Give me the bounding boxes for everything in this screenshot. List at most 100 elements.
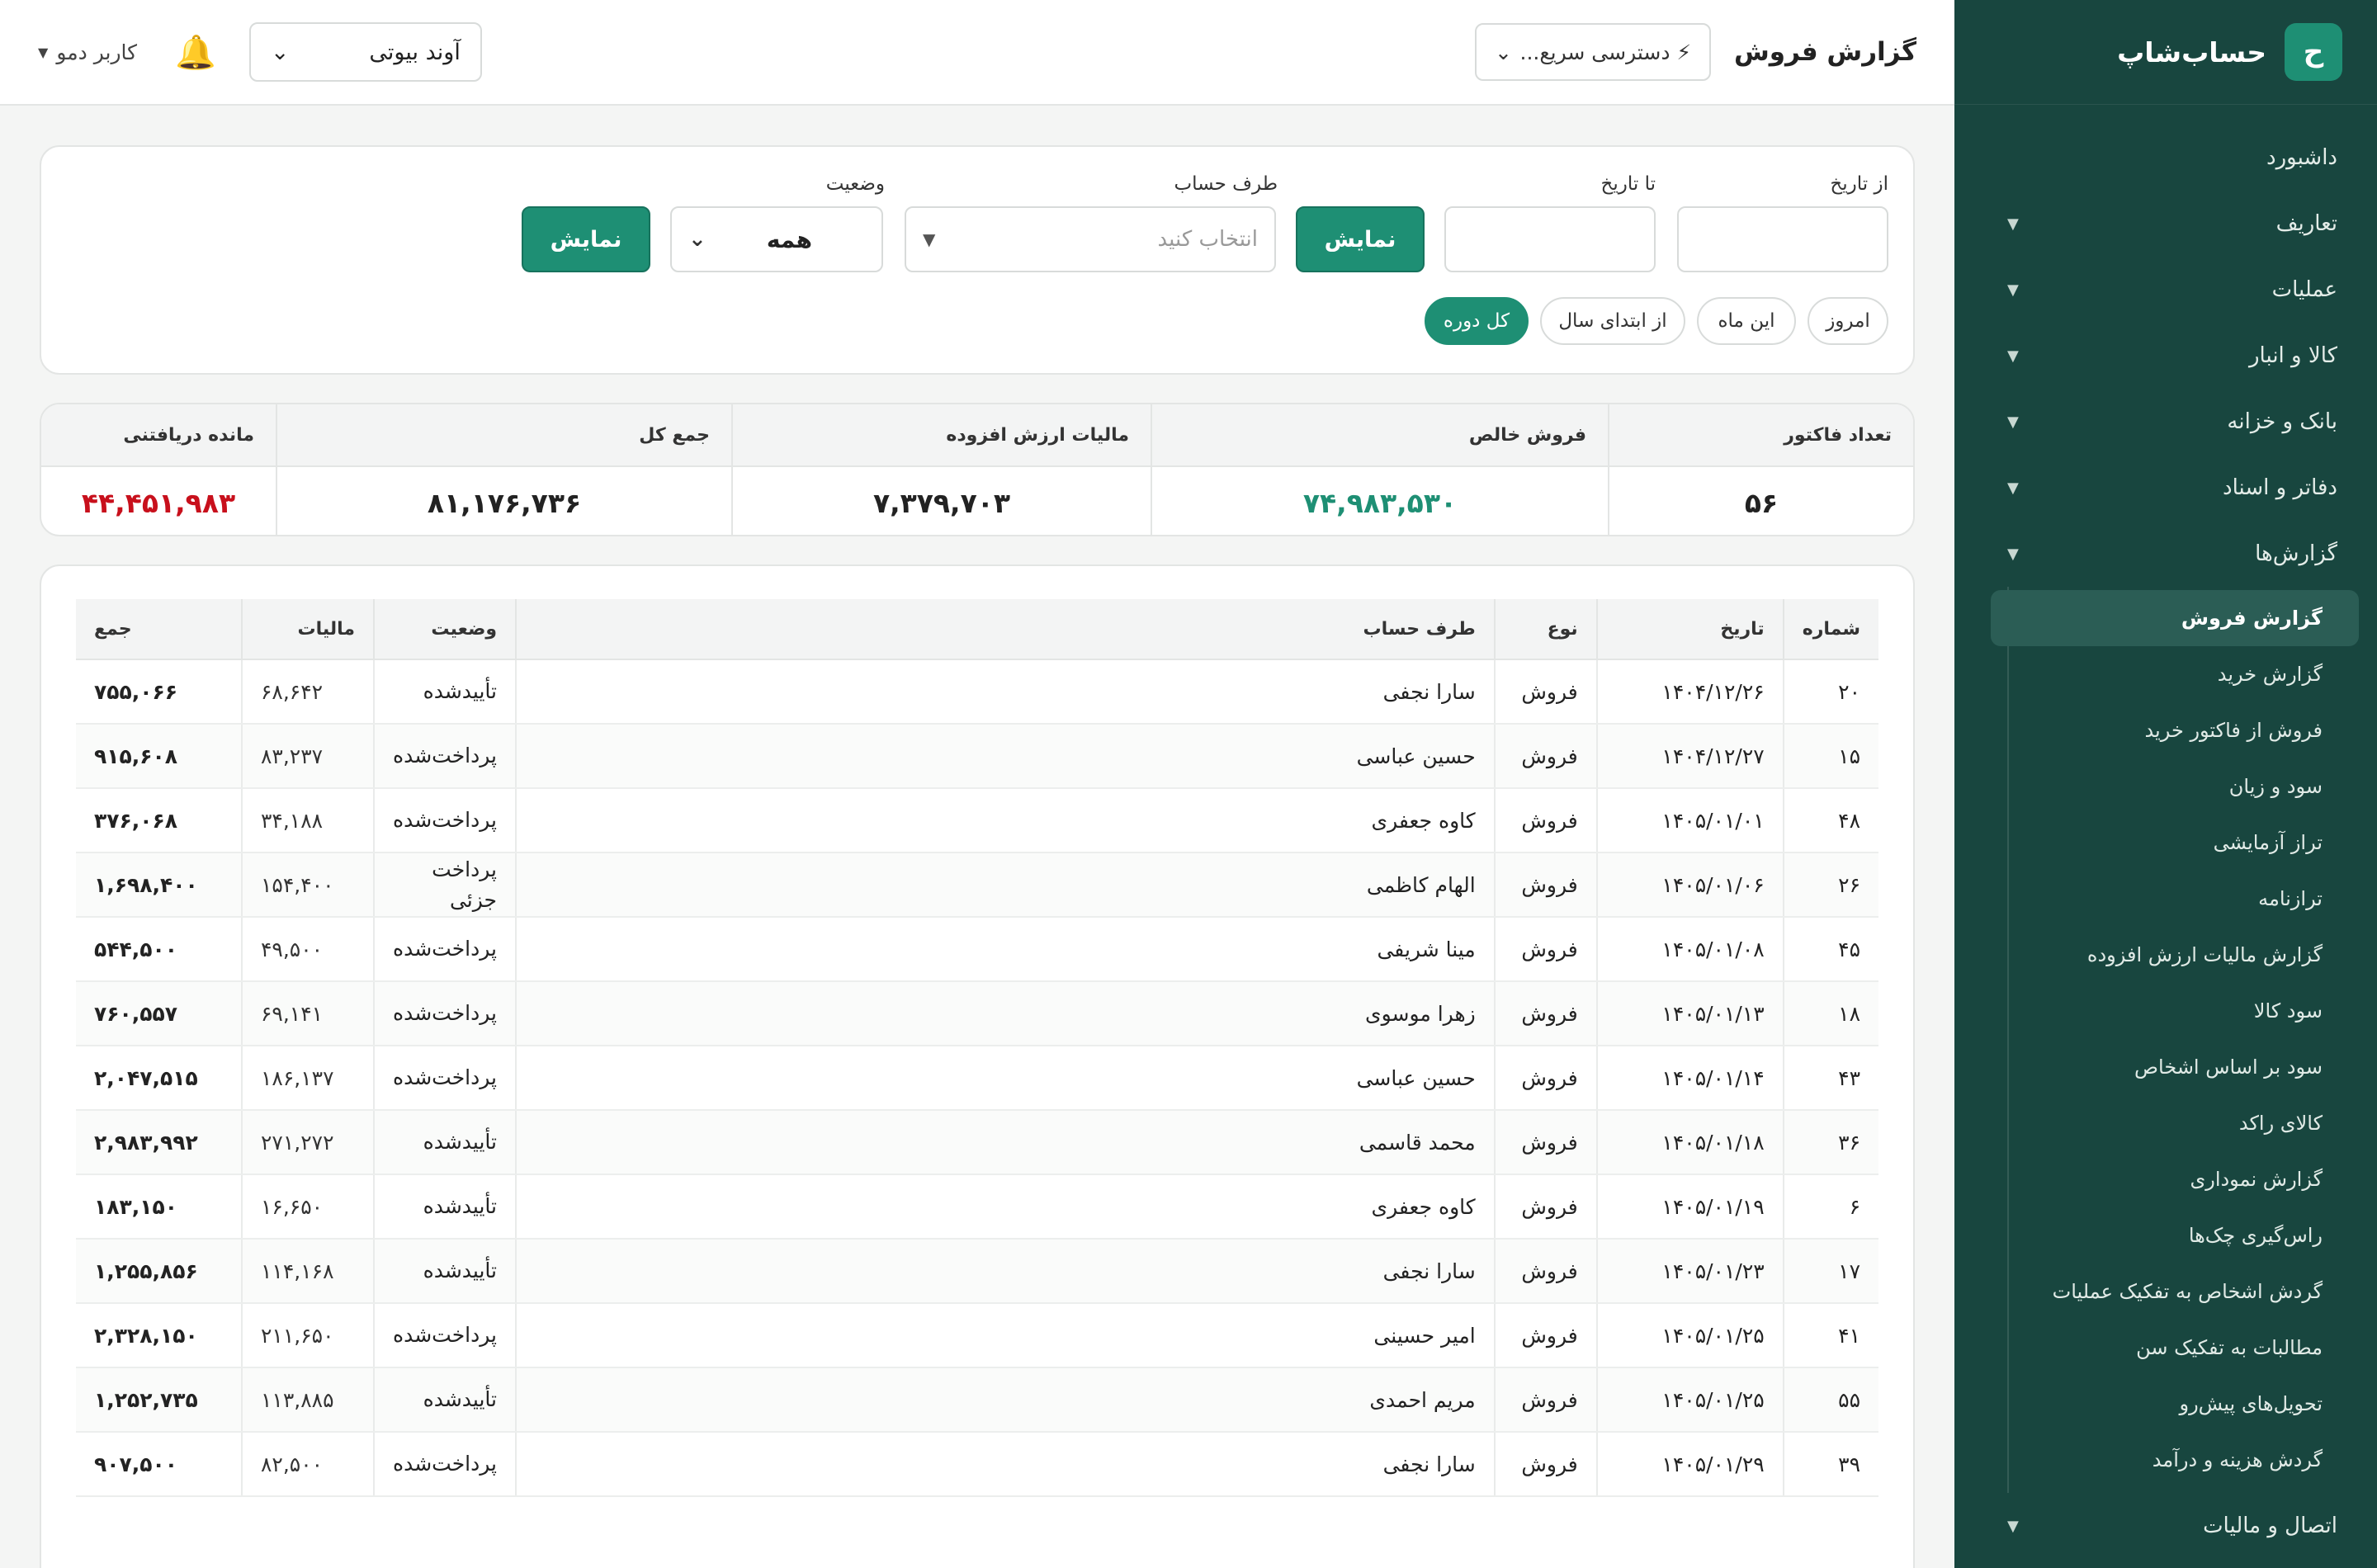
sidebar-item-bank[interactable]: بانک و خزانه ▼ <box>1954 389 2377 455</box>
chevron-down-icon: ▼ <box>2007 413 2019 431</box>
cell-date: ۱۴۰۵/۰۱/۲۵ <box>1595 1367 1784 1433</box>
cell-party: زهرا موسوی <box>515 981 1495 1046</box>
col-header-total[interactable]: جمع <box>76 599 242 660</box>
sidebar-subitem-trial-balance[interactable]: تراز آزمایشی <box>2009 815 2359 871</box>
cell-type: فروش <box>1493 659 1597 725</box>
cell-tax: ۸۲,۵۰۰ <box>241 1432 374 1497</box>
cell-status: پرداخت‌شده <box>372 788 517 853</box>
pill-all-period[interactable]: کل دوره <box>1425 297 1529 345</box>
sidebar-subitem-profit-loss[interactable]: سود و زیان <box>2009 758 2359 815</box>
col-header-tax[interactable]: مالیات <box>241 599 374 660</box>
cell-total: ۱۸۳,۱۵۰ <box>76 1174 242 1240</box>
pill-year-to-date[interactable]: از ابتدای سال <box>1540 297 1685 345</box>
cell-date: ۱۴۰۵/۰۱/۱۳ <box>1595 981 1784 1046</box>
cell-type: فروش <box>1493 1046 1597 1111</box>
cell-total: ۱,۶۹۸,۴۰۰ <box>76 852 242 918</box>
status-select[interactable]: همه ⌄ <box>670 206 883 272</box>
table-row[interactable]: ۵۵ ۱۴۰۵/۰۱/۲۵ فروش مریم احمدی تأییدشده ۱۱۳,۸۸… <box>76 1367 1878 1433</box>
cell-tax: ۳۴,۱۸۸ <box>241 788 374 853</box>
table-row[interactable]: ۴۳ ۱۴۰۵/۰۱/۱۴ فروش حسین عباسی پرداخت‌شده ۱۸۶,… <box>76 1046 1878 1111</box>
cell-total: ۲,۳۲۸,۱۵۰ <box>76 1303 242 1368</box>
sidebar-subitem-product-profit[interactable]: سود کالا <box>2009 983 2359 1039</box>
table-row[interactable]: ۴۸ ۱۴۰۵/۰۱/۰۱ فروش کاوه جعفری پرداخت‌شده ۳۴,۱… <box>76 788 1878 853</box>
cell-tax: ۴۹,۵۰۰ <box>241 917 374 982</box>
sidebar-subitem-chart-report[interactable]: گزارش نموداری <box>2009 1151 2359 1207</box>
sidebar-subitem-expense-income[interactable]: گردش هزینه و درآمد <box>2009 1432 2359 1488</box>
sidebar-item-definitions[interactable]: تعاریف ▼ <box>1954 191 2377 257</box>
sidebar-item-label: عملیات <box>2271 277 2337 302</box>
col-header-type[interactable]: نوع <box>1493 599 1597 660</box>
sidebar-subitem-purchase-report[interactable]: گزارش خرید <box>2009 646 2359 702</box>
show-button[interactable]: نمایش <box>1296 206 1425 272</box>
col-header-number[interactable]: شماره <box>1782 599 1878 660</box>
bell-icon[interactable]: 🔔 <box>175 33 216 72</box>
cell-total: ۷۶۰,۵۵۷ <box>76 981 242 1046</box>
status-label: وضعیت <box>825 173 885 195</box>
sidebar-item-label: دفاتر و اسناد <box>2223 475 2337 500</box>
table-row[interactable]: ۴۵ ۱۴۰۵/۰۱/۰۸ فروش مینا شریفی پرداخت‌شده ۴۹,۵… <box>76 917 1878 982</box>
cell-tax: ۱۶,۶۵۰ <box>241 1174 374 1240</box>
table-row[interactable]: ۴۱ ۱۴۰۵/۰۱/۲۵ فروش امیر حسینی پرداخت‌شده ۲۱۱,… <box>76 1303 1878 1368</box>
sidebar-subitem-profit-by-person[interactable]: سود بر اساس اشخاص <box>2009 1039 2359 1095</box>
user-menu[interactable]: کاربر دمو ▼ <box>38 40 137 64</box>
cell-number: ۱۷ <box>1782 1239 1878 1304</box>
table-row[interactable]: ۱۸ ۱۴۰۵/۰۱/۱۳ فروش زهرا موسوی پرداخت‌شده ۶۹,۱… <box>76 981 1878 1046</box>
sidebar-item-ledgers[interactable]: دفاتر و اسناد ▼ <box>1954 455 2377 521</box>
sidebar-subitem-person-turnover[interactable]: گردش اشخاص به تفکیک عملیات <box>2009 1263 2359 1320</box>
company-select[interactable]: آوند بیوتی ⌄ <box>248 22 482 82</box>
show-status-button[interactable]: نمایش <box>522 206 650 272</box>
cell-status: پرداخت‌شده <box>372 724 517 789</box>
from-date-input[interactable] <box>1677 206 1888 272</box>
col-header-status[interactable]: وضعیت <box>372 599 517 660</box>
table-row[interactable]: ۱۵ ۱۴۰۴/۱۲/۲۷ فروش حسین عباسی پرداخت‌شده ۸۳,۲… <box>76 724 1878 789</box>
sidebar-item-operations[interactable]: عملیات ▼ <box>1954 257 2377 323</box>
sidebar-item-integration-tax[interactable]: اتصال و مالیات ▼ <box>1954 1493 2377 1559</box>
sidebar-subitem-sales-from-purchase[interactable]: فروش از فاکتور خرید <box>2009 702 2359 758</box>
table-row[interactable]: ۳۶ ۱۴۰۵/۰۱/۱۸ فروش محمد قاسمی تأییدشده ۲۷۱,۲۷… <box>76 1110 1878 1175</box>
cell-party: حسین عباسی <box>515 724 1495 789</box>
chevron-down-icon: ▼ <box>2007 1517 2019 1535</box>
cell-number: ۳۶ <box>1782 1110 1878 1175</box>
sidebar-subitem-receivables-aging[interactable]: مطالبات به تفکیک سن <box>2009 1320 2359 1376</box>
col-header-party[interactable]: طرف حساب <box>515 599 1495 660</box>
cell-date: ۱۴۰۵/۰۱/۱۴ <box>1595 1046 1784 1111</box>
sidebar-item-reports[interactable]: گزارش‌ها ▼ <box>1954 521 2377 587</box>
pill-this-month[interactable]: این ماه <box>1697 297 1796 345</box>
summary-invoice-count: ۵۶ <box>1608 466 1913 535</box>
sidebar-subitem-vat-report[interactable]: گزارش مالیات ارزش افزوده <box>2009 927 2359 983</box>
table-row[interactable]: ۱۷ ۱۴۰۵/۰۱/۲۳ فروش سارا نجفی تأییدشده ۱۱۴,۱۶۸… <box>76 1239 1878 1304</box>
sidebar-subitem-cheque-maturity[interactable]: راس‌گیری چک‌ها <box>2009 1207 2359 1263</box>
table-row[interactable]: ۳۹ ۱۴۰۵/۰۱/۲۹ فروش سارا نجفی پرداخت‌شده ۸۲,۵۰… <box>76 1432 1878 1497</box>
sidebar-subitem-upcoming-deliveries[interactable]: تحویل‌های پیش‌رو <box>2009 1376 2359 1432</box>
summary-receivable: ۴۴,۴۵۱,۹۸۳ <box>81 486 236 519</box>
summary-table: تعداد فاکتور فروش خالص مالیات ارزش افزود… <box>41 404 1913 535</box>
topbar: گزارش فروش ⚡ دسترسی سریع... ⌄ آوند بیوتی… <box>0 0 1954 106</box>
table-row[interactable]: ۲۶ ۱۴۰۵/۰۱/۰۶ فروش الهام کاظمی پرداخت جزئی ۱۵… <box>76 852 1878 918</box>
sidebar-item-inventory[interactable]: کالا و انبار ▼ <box>1954 323 2377 389</box>
col-header-date[interactable]: تاریخ <box>1595 599 1784 660</box>
cell-total: ۱,۲۵۲,۷۳۵ <box>76 1367 242 1433</box>
user-name: کاربر دمو <box>56 40 138 64</box>
pill-today[interactable]: امروز <box>1808 297 1888 345</box>
quick-access-select[interactable]: ⚡ دسترسی سریع... ⌄ <box>1475 23 1712 81</box>
summary-header-net-sales: فروش خالص <box>1151 404 1609 467</box>
invoice-list-panel: شماره تاریخ نوع طرف حساب وضعیت مالیات جم… <box>40 564 1915 1568</box>
cell-number: ۳۹ <box>1782 1432 1878 1497</box>
sidebar-subitem-sales-report[interactable]: گزارش فروش <box>1991 590 2359 646</box>
sidebar-subitem-stagnant-goods[interactable]: کالای راکد <box>2009 1095 2359 1151</box>
cell-status: پرداخت جزئی <box>372 852 517 918</box>
cell-date: ۱۴۰۵/۰۱/۰۶ <box>1595 852 1784 918</box>
to-date-input[interactable] <box>1444 206 1656 272</box>
brand[interactable]: ح حساب‌شاپ <box>1954 0 2377 105</box>
table-row[interactable]: ۶ ۱۴۰۵/۰۱/۱۹ فروش کاوه جعفری تأییدشده ۱۶,۶۵۰ ۱… <box>76 1174 1878 1240</box>
cell-tax: ۱۸۶,۱۳۷ <box>241 1046 374 1111</box>
company-name: آوند بیوتی <box>369 39 461 65</box>
cell-number: ۴۱ <box>1782 1303 1878 1368</box>
sidebar-item-dashboard[interactable]: داشبورد <box>1954 125 2377 191</box>
party-select[interactable]: انتخاب کنید ▼ <box>905 206 1276 272</box>
brand-name: حساب‌شاپ <box>2117 35 2266 68</box>
table-row[interactable]: ۲۰ ۱۴۰۴/۱۲/۲۶ فروش سارا نجفی تأییدشده ۶۸,۶۴۲ ۷… <box>76 659 1878 725</box>
cell-tax: ۱۵۴,۴۰۰ <box>241 852 374 918</box>
cell-total: ۹۱۵,۶۰۸ <box>76 724 242 789</box>
sidebar-subitem-balance-sheet[interactable]: ترازنامه <box>2009 871 2359 927</box>
